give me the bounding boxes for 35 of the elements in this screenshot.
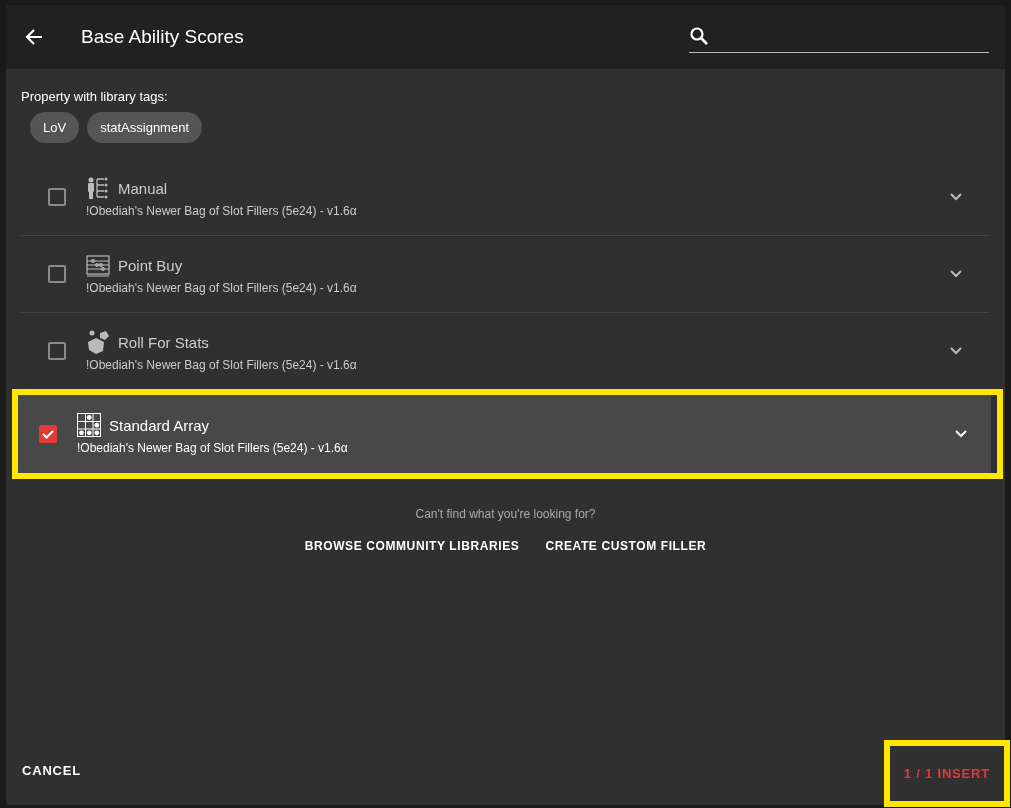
tag-chip[interactable]: LoV xyxy=(30,112,80,143)
item-subtitle: !Obediah's Newer Bag of Slot Fillers (5e24) - v1.6α xyxy=(77,441,349,455)
checkbox[interactable] xyxy=(48,265,66,283)
hint-text: Can't find what you're looking for? xyxy=(414,507,597,521)
list-item[interactable]: Manual !Obediah's Newer Bag of Slot Fillers (5e24) - v1.6α xyxy=(21,159,989,235)
item-subtitle: !Obediah's Newer Bag of Slot Fillers (5e24) - v1.6α xyxy=(86,358,358,372)
list-item[interactable]: Roll For Stats !Obediah's Newer Bag of Slot Fillers (5e24) - v1.6α xyxy=(21,313,989,389)
item-title: Roll For Stats xyxy=(118,333,209,351)
person-tree-icon xyxy=(86,176,110,200)
chevron-down-icon[interactable] xyxy=(949,192,963,202)
chevron-down-icon[interactable] xyxy=(949,346,963,356)
tags-label: Property with library tags: xyxy=(21,89,169,104)
cancel-button[interactable]: CANCEL xyxy=(14,754,89,786)
item-title: Manual xyxy=(118,179,168,197)
checkbox[interactable] xyxy=(39,425,57,443)
item-subtitle: !Obediah's Newer Bag of Slot Fillers (5e24) - v1.6α xyxy=(86,204,358,218)
tag-chip[interactable]: statAssignment xyxy=(87,112,202,143)
item-title: Point Buy xyxy=(118,256,183,274)
grid-icon xyxy=(77,413,101,437)
back-arrow-icon xyxy=(24,27,44,47)
chevron-down-icon[interactable] xyxy=(949,269,963,279)
list-item[interactable]: Standard Array !Obediah's Newer Bag of Slot Fillers (5e24) - v1.6α xyxy=(18,395,991,473)
abacus-icon xyxy=(86,253,110,277)
text-button[interactable]: CREATE CUSTOM FILLER xyxy=(537,531,715,561)
item-title: Standard Array xyxy=(109,416,210,434)
dialog-title: Base Ability Scores xyxy=(81,26,244,48)
list-item[interactable]: Point Buy !Obediah's Newer Bag of Slot Fillers (5e24) - v1.6α xyxy=(21,236,989,312)
check-icon xyxy=(41,427,55,441)
checkbox[interactable] xyxy=(48,188,66,206)
dice-icon xyxy=(86,330,110,354)
search-icon xyxy=(689,25,709,46)
text-button[interactable]: BROWSE COMMUNITY LIBRARIES xyxy=(296,531,528,561)
item-subtitle: !Obediah's Newer Bag of Slot Fillers (5e24) - v1.6α xyxy=(86,281,358,295)
search-field[interactable] xyxy=(689,25,989,53)
checkbox[interactable] xyxy=(48,342,66,360)
